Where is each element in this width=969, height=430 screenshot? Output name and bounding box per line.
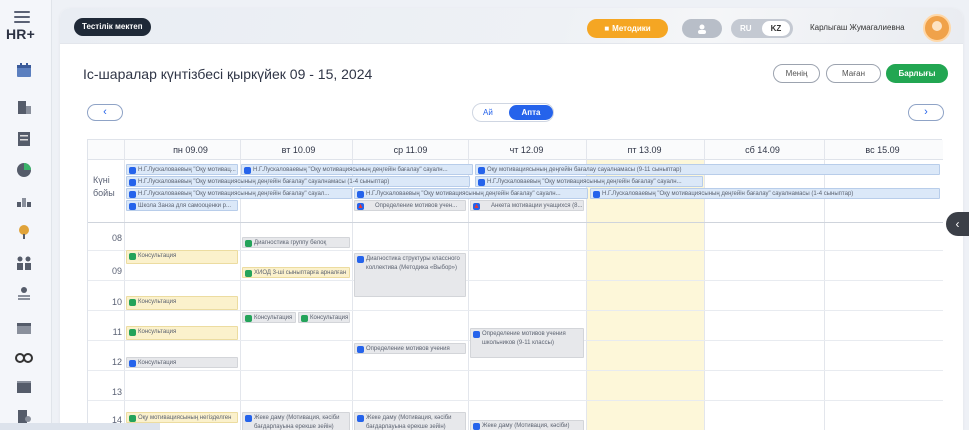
allday-event[interactable]: Определение мотивов учен... <box>354 200 466 211</box>
day-header: чт 12.09 <box>509 145 544 155</box>
methodics-button[interactable]: ■ Методики <box>587 19 668 38</box>
day-header: вт 10.09 <box>281 145 316 155</box>
page-title: Іс-шаралар күнтізбесі қыркүйек 09 - 15, … <box>83 66 373 82</box>
calendar-event[interactable]: Жеке даму (Мотивация, кәсіби) <box>470 420 584 430</box>
calendar-event[interactable]: Консультация <box>298 312 350 323</box>
binoculars-icon[interactable] <box>15 348 33 364</box>
hour-label: 09 <box>111 266 122 276</box>
main-panel: Тестілік мектеп ■ Методики RU KZ Карлыгаш… <box>60 8 963 430</box>
sidebar: HR+ <box>0 0 52 430</box>
allday-event[interactable]: Н.Г.Лускаловаевың "Оқу мотивациясының де… <box>241 164 473 175</box>
table-icon[interactable] <box>15 320 33 336</box>
filter-mine-button[interactable]: Менің <box>773 64 820 83</box>
allday-event[interactable]: Анкета мотивации учащихся (8... <box>470 200 584 211</box>
calendar-icon[interactable] <box>10 57 38 83</box>
prev-week-button[interactable]: ‹ <box>87 104 123 121</box>
people-icon[interactable] <box>15 255 33 271</box>
document-icon[interactable] <box>15 131 33 147</box>
week-calendar: пн 09.09 вт 10.09 ср 11.09 чт 12.09 пт 1… <box>87 139 943 430</box>
status-bar <box>0 423 160 430</box>
hour-label: 08 <box>111 233 122 243</box>
day-header: пн 09.09 <box>173 145 208 155</box>
filter-all-button[interactable]: Барлығы <box>886 64 948 83</box>
hour-label: 11 <box>112 327 122 337</box>
methodics-label: Методики <box>612 24 651 33</box>
menu-icon[interactable] <box>14 11 30 23</box>
allday-label: Күні бойы <box>93 175 115 198</box>
allday-event[interactable]: Н.Г.Лускаловаевың "Оқу мотивациясының де… <box>126 176 470 187</box>
calendar-event[interactable]: Оқу мотивациясының негізделген <box>126 412 238 423</box>
day-header: вс 15.09 <box>865 145 900 155</box>
lang-kz[interactable]: KZ <box>762 21 790 36</box>
user-name: Карлыгаш Жумагалиевна <box>810 23 905 32</box>
allday-event[interactable]: Школа Занза для самооценки р... <box>126 200 238 211</box>
day-header: пт 13.09 <box>627 145 662 155</box>
calendar-event[interactable]: Диагностика структуры классного коллекти… <box>354 253 466 297</box>
week-view-button[interactable]: Апта <box>509 105 553 120</box>
building-icon[interactable] <box>15 99 33 115</box>
lang-ru[interactable]: RU <box>740 24 752 33</box>
folder-icon[interactable] <box>15 378 33 394</box>
calendar-event[interactable]: Жеке даму (Мотивация, кәсіби бағдарлауын… <box>354 412 466 430</box>
school-selector-button[interactable]: Тестілік мектеп <box>74 18 151 36</box>
side-panel-toggle[interactable]: ‹ <box>946 212 969 236</box>
calendar-event[interactable]: ХИОД 3-ші сыныптарға арналған <box>242 267 350 278</box>
structure-icon[interactable] <box>15 193 33 209</box>
user-icon <box>698 24 706 34</box>
calendar-event[interactable]: Консультация <box>242 312 296 323</box>
tree-icon[interactable] <box>15 224 33 240</box>
filter-me-button[interactable]: Маған <box>826 64 881 83</box>
allday-event[interactable]: Н.Г.Лускаловаевың "Оқу мотивациясының де… <box>590 188 940 199</box>
view-toggle: Ай Апта <box>472 103 554 122</box>
day-header: сб 14.09 <box>745 145 780 155</box>
next-week-button[interactable]: › <box>908 104 944 121</box>
allday-event[interactable]: Н.Г.Лускаловаевың "Оқу мотивациясының де… <box>354 188 588 199</box>
pie-chart-icon[interactable] <box>15 162 33 178</box>
allday-event[interactable]: Оқу мотивациясының деңгейін бағалау сауа… <box>475 164 940 175</box>
profile-button[interactable] <box>682 19 722 38</box>
calendar-event[interactable]: Определение мотивов учения школьников (9… <box>470 328 584 358</box>
calendar-event[interactable]: Определение мотивов учения <box>354 343 466 354</box>
calendar-event[interactable]: Консультация <box>126 296 238 310</box>
building-settings-icon[interactable] <box>15 408 33 424</box>
briefcase-icon: ■ <box>604 24 610 33</box>
brand-logo: HR+ <box>6 26 35 42</box>
person-list-icon[interactable] <box>15 286 33 302</box>
allday-event[interactable]: Н.Г.Лускаловаевың "Оқу мотивациясының де… <box>475 176 703 187</box>
allday-event[interactable]: Н.Г.Лускаловаевың "Оқу мотивациясының де… <box>126 188 352 199</box>
hour-label: 13 <box>111 387 122 397</box>
calendar-event[interactable]: Консультация <box>126 357 238 368</box>
hour-label: 10 <box>111 297 122 307</box>
today-column <box>586 160 704 430</box>
calendar-event[interactable]: Консультация <box>126 250 238 264</box>
calendar-event[interactable]: Жеке даму (Мотивация, кәсіби бағдарлауын… <box>242 412 350 430</box>
day-header: ср 11.09 <box>393 145 428 155</box>
calendar-event[interactable]: Консультация <box>126 326 238 340</box>
topbar: Тестілік мектеп ■ Методики RU KZ Карлыгаш… <box>60 8 963 44</box>
calendar-event[interactable]: Диагностика группу белоқ <box>242 237 350 248</box>
month-view-button[interactable]: Ай <box>483 108 493 117</box>
avatar[interactable] <box>923 14 951 42</box>
hour-label: 12 <box>111 357 122 367</box>
allday-event[interactable]: Н.Г.Лускаловаевың "Оқу мотивац... <box>126 164 238 175</box>
language-switch[interactable]: RU KZ <box>731 19 793 38</box>
